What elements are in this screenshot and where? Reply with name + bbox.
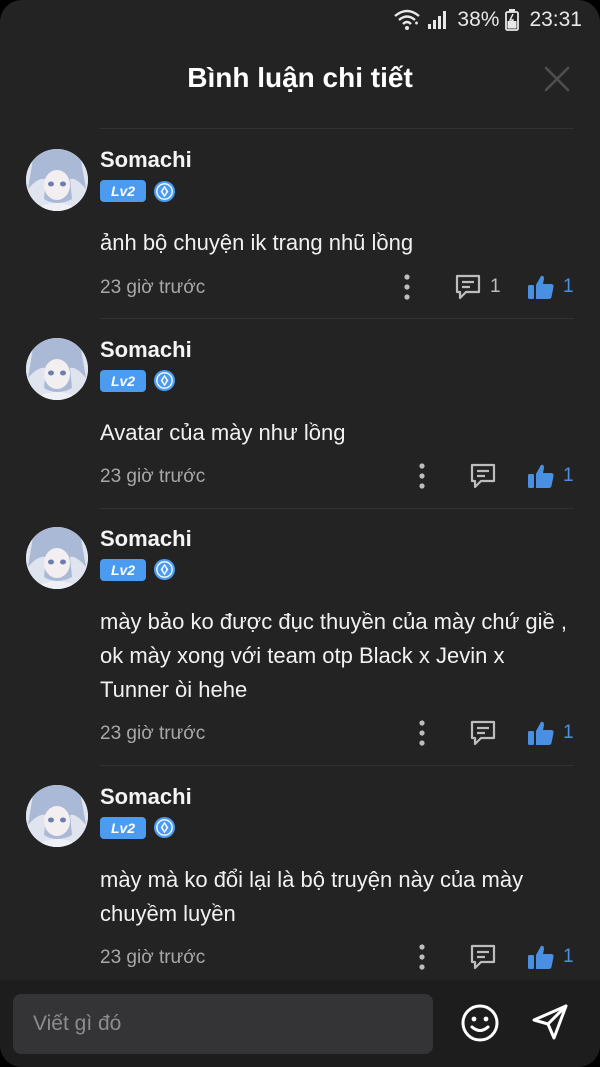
comment-text: ảnh bộ chuyện ik trang nhũ lồng xyxy=(100,230,414,255)
reply-count: 1 xyxy=(490,276,501,297)
level-badge: Lv2 xyxy=(100,370,146,392)
more-options-icon[interactable] xyxy=(412,462,432,490)
divider xyxy=(100,765,574,766)
level-badge: Lv2 xyxy=(100,817,146,839)
clock: 23:31 xyxy=(529,8,582,31)
comment-time: 23 giờ trước xyxy=(100,947,206,968)
like-count: 1 xyxy=(563,722,574,743)
reply-button[interactable] xyxy=(469,461,505,491)
level-badge: Lv2 xyxy=(100,559,146,581)
avatar[interactable] xyxy=(26,338,88,400)
header: Bình luận chi tiết xyxy=(0,40,600,116)
comment-text: mày mà ko đổi lại là bộ truyện này của m… xyxy=(100,867,524,926)
divider xyxy=(100,508,574,509)
like-count: 1 xyxy=(563,465,574,486)
like-button[interactable]: 1 xyxy=(527,461,574,491)
username[interactable]: Somachi xyxy=(100,784,192,810)
comment-icon xyxy=(470,720,496,746)
close-icon[interactable] xyxy=(544,66,570,92)
rank-icon xyxy=(153,369,176,392)
reply-button[interactable] xyxy=(469,942,505,972)
divider xyxy=(100,128,574,129)
comment-text: Avatar của mày như lồng xyxy=(100,420,346,445)
thumbs-up-icon xyxy=(528,464,554,488)
rank-icon xyxy=(153,558,176,581)
comment-icon xyxy=(470,463,496,489)
status-bar: 38% 23:31 xyxy=(0,0,600,40)
avatar-image xyxy=(26,785,88,847)
divider xyxy=(100,318,574,319)
more-options-icon[interactable] xyxy=(412,943,432,971)
comment-detail-screen: 38% 23:31 Bình luận chi tiết Somachi Lv2… xyxy=(0,0,600,1067)
page-title: Bình luận chi tiết xyxy=(187,62,413,93)
like-button[interactable]: 1 xyxy=(527,718,574,748)
avatar-image xyxy=(26,149,88,211)
avatar[interactable] xyxy=(26,785,88,847)
thumbs-up-icon xyxy=(528,945,554,969)
thumbs-up-icon xyxy=(528,721,554,745)
comment-icon xyxy=(455,274,481,300)
avatar[interactable] xyxy=(26,149,88,211)
comment-time: 23 giờ trước xyxy=(100,277,206,298)
comment-text: mày bảo ko được đục thuyền của mày chứ g… xyxy=(100,609,568,702)
rank-icon xyxy=(153,180,176,203)
comment-input[interactable] xyxy=(33,1012,433,1036)
comment-input-box[interactable] xyxy=(13,994,433,1054)
wifi-icon xyxy=(394,9,421,30)
send-icon[interactable] xyxy=(530,1002,570,1042)
more-options-icon[interactable] xyxy=(397,273,417,301)
avatar-image xyxy=(26,527,88,589)
username[interactable]: Somachi xyxy=(100,526,192,552)
battery-percent: 38% xyxy=(457,8,500,31)
username[interactable]: Somachi xyxy=(100,337,192,363)
battery-icon xyxy=(505,9,520,31)
level-badge: Lv2 xyxy=(100,180,146,202)
reply-button[interactable]: 1 xyxy=(454,272,501,302)
emoji-icon[interactable] xyxy=(460,1003,500,1043)
rank-icon xyxy=(153,816,176,839)
comment-composer xyxy=(0,980,600,1067)
thumbs-up-icon xyxy=(528,275,554,299)
avatar-image xyxy=(26,338,88,400)
like-count: 1 xyxy=(563,946,574,967)
comment-time: 23 giờ trước xyxy=(100,723,206,744)
comment-time: 23 giờ trước xyxy=(100,466,206,487)
like-button[interactable]: 1 xyxy=(527,272,574,302)
like-count: 1 xyxy=(563,276,574,297)
comment-icon xyxy=(470,944,496,970)
like-button[interactable]: 1 xyxy=(527,942,574,972)
avatar[interactable] xyxy=(26,527,88,589)
more-options-icon[interactable] xyxy=(412,719,432,747)
reply-button[interactable] xyxy=(469,718,505,748)
signal-icon xyxy=(428,11,447,29)
username[interactable]: Somachi xyxy=(100,147,192,173)
